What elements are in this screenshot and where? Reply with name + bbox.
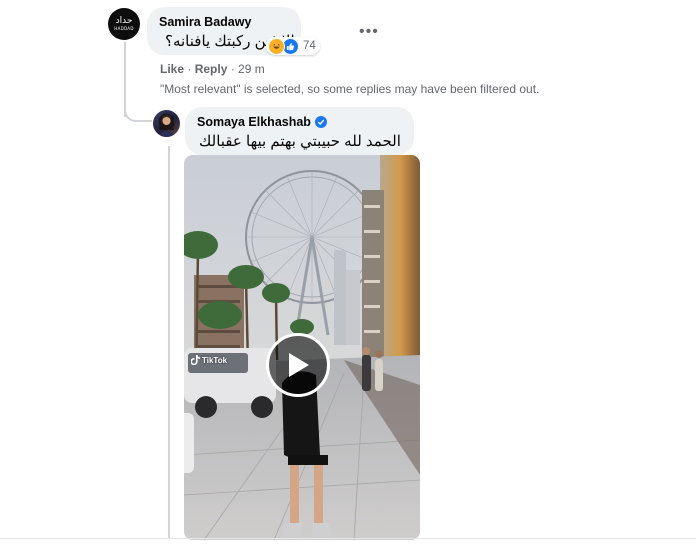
video-attachment[interactable]: TikTok [184,155,420,540]
haha-icon [268,37,285,55]
play-icon [289,353,309,377]
avatar[interactable]: حداد HADDAD [108,8,140,40]
reply-thread-line [168,146,170,538]
reactions-summary[interactable]: 74 [266,37,320,55]
reply-bubble: Somaya Elkhashab الحمد لله حبيبتي بهتم ب… [185,107,414,155]
separator: · [184,62,195,76]
more-horizontal-icon[interactable]: ••• [359,23,379,41]
divider [0,538,696,539]
reply-author[interactable]: Somaya Elkhashab [197,115,311,129]
like-link[interactable]: Like [160,62,184,76]
reply-author-row: Somaya Elkhashab [197,115,327,129]
reply-link[interactable]: Reply [195,62,228,76]
comment-author[interactable]: Samira Badawy [159,15,251,29]
filter-notice: "Most relevant" is selected, so some rep… [160,82,540,96]
thread-connector [124,98,152,122]
play-button[interactable] [266,333,330,397]
verified-badge-icon [314,116,327,128]
reaction-count: 74 [303,40,316,52]
tiktok-label: TikTok [202,355,228,365]
reply-avatar[interactable] [153,110,180,137]
separator: · [227,62,239,76]
reply-text: الحمد لله حبيبتي بهتم بيها عقبالك [199,133,401,150]
avatar-logo-subtext: HADDAD [114,26,134,31]
comment-actions: Like · Reply · 29 m [160,62,265,76]
comment-timestamp[interactable]: 29 m [238,62,265,76]
avatar-logo-text: حداد [115,16,133,26]
tiktok-watermark: TikTok [191,355,227,365]
